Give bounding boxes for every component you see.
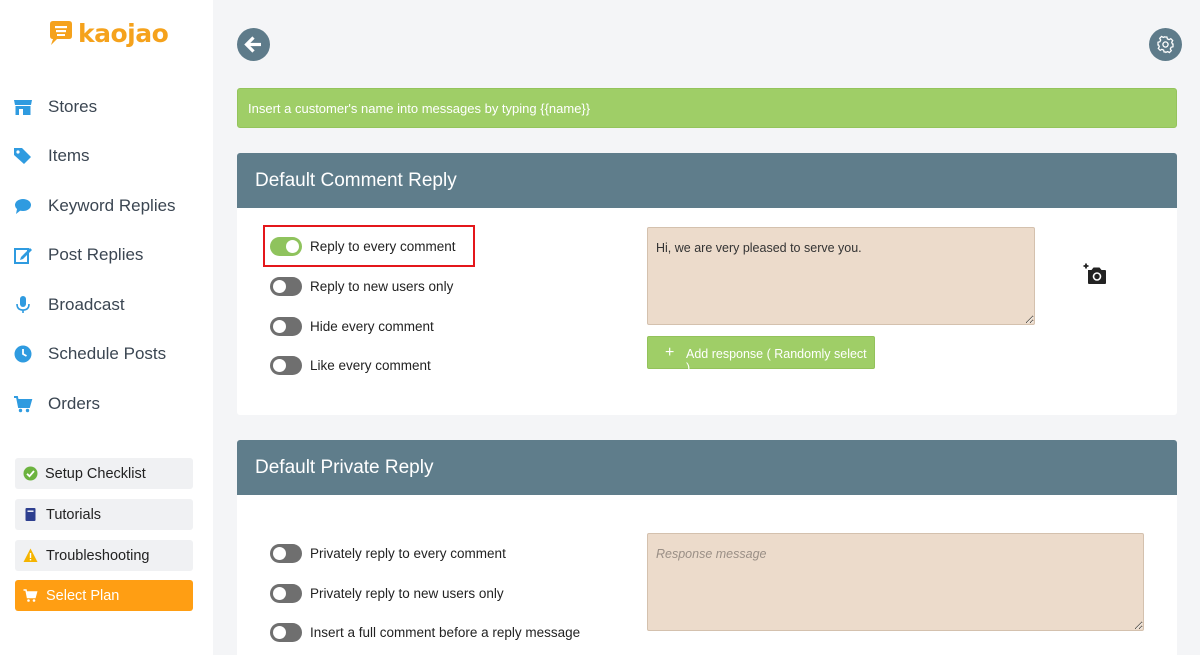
plus-icon: + [665,344,675,361]
private-reply-title: Default Private Reply [255,457,434,478]
sidebar-item-label: Post Replies [48,245,144,264]
select-plan-button[interactable]: Select Plan [15,580,193,611]
toggle-reply-new-users[interactable]: Reply to new users only [270,277,453,296]
toggle-label: Insert a full comment before a reply mes… [310,625,581,640]
toggle-switch[interactable] [270,623,302,642]
toggle-label: Like every comment [310,358,431,373]
kaojao-logo-icon [50,21,72,45]
sidebar-item-label: Keyword Replies [48,196,176,215]
sidebar-item-label: Stores [48,97,98,116]
comment-reply-message-input[interactable]: Hi, we are very pleased to serve you. [647,227,1035,325]
check-circle-icon [23,466,38,481]
toggle-insert-full-comment[interactable]: Insert a full comment before a reply mes… [270,623,580,642]
toggle-switch[interactable] [270,584,302,603]
toggle-private-reply-new-users[interactable]: Privately reply to new users only [270,584,504,603]
warning-icon [23,548,38,562]
toggle-like-every-comment[interactable]: Like every comment [270,356,431,375]
setup-checklist-button[interactable]: Setup Checklist [15,458,193,489]
settings-button[interactable] [1149,28,1182,61]
toggle-switch[interactable] [270,356,302,375]
sidebar-item-post-replies[interactable]: Post Replies [0,235,213,275]
toggle-switch[interactable] [270,277,302,296]
toggle-hide-every-comment[interactable]: Hide every comment [270,317,434,336]
cart-icon [14,396,33,413]
book-icon [25,508,36,521]
toggle-label: Reply to new users only [310,279,454,294]
sidebar-item-orders[interactable]: Orders [0,384,213,424]
toggle-label: Privately reply to new users only [310,586,504,601]
add-response-label: Add response ( Randomly select ) [686,347,867,375]
speech-bubble-icon [15,199,31,214]
sidebar-item-label: Broadcast [48,295,125,314]
toggle-switch[interactable] [270,544,302,563]
sidebar-item-schedule-posts[interactable]: Schedule Posts [0,334,213,374]
select-plan-label: Select Plan [46,587,120,604]
sidebar-item-label: Schedule Posts [48,344,167,363]
microphone-icon [16,296,30,313]
add-photo-icon[interactable] [1083,263,1107,285]
sidebar-item-keyword-replies[interactable]: Keyword Replies [0,186,213,226]
brand-logo[interactable]: kaojao [46,16,169,50]
highlight-box [263,225,475,267]
tags-icon [14,148,31,164]
edit-icon [14,248,32,264]
private-reply-header: Default Private Reply [237,440,1177,495]
arrow-left-icon [244,36,261,53]
info-banner-text: Insert a customer's name into messages b… [248,101,591,116]
cart-icon [23,589,38,602]
toggle-label: Hide every comment [310,319,434,334]
sidebar-item-items[interactable]: Items [0,136,213,176]
gear-icon [1157,35,1174,54]
tutorials-button[interactable]: Tutorials [15,499,193,530]
store-icon [14,100,32,115]
brand-name: kaojao [78,18,169,48]
toggle-switch[interactable] [270,317,302,336]
comment-reply-header: Default Comment Reply [237,153,1177,208]
private-reply-message-input[interactable] [647,533,1144,631]
setup-checklist-label: Setup Checklist [45,465,146,482]
troubleshooting-button[interactable]: Troubleshooting [15,540,193,571]
info-banner: Insert a customer's name into messages b… [237,88,1177,128]
sidebar-item-broadcast[interactable]: Broadcast [0,285,213,325]
toggle-label: Privately reply to every comment [310,546,506,561]
troubleshooting-label: Troubleshooting [46,547,150,564]
sidebar: kaojao Stores Items Keyword Replies Post… [0,0,213,655]
clock-icon [14,345,32,363]
tutorials-label: Tutorials [46,506,102,523]
sidebar-item-label: Orders [48,394,100,413]
sidebar-item-stores[interactable]: Stores [0,87,213,127]
comment-reply-title: Default Comment Reply [255,170,457,191]
add-response-button[interactable]: + Add response ( Randomly select ) [647,336,875,375]
back-button[interactable] [237,28,270,61]
toggle-private-reply-every-comment[interactable]: Privately reply to every comment [270,544,506,563]
sidebar-item-label: Items [48,146,90,165]
